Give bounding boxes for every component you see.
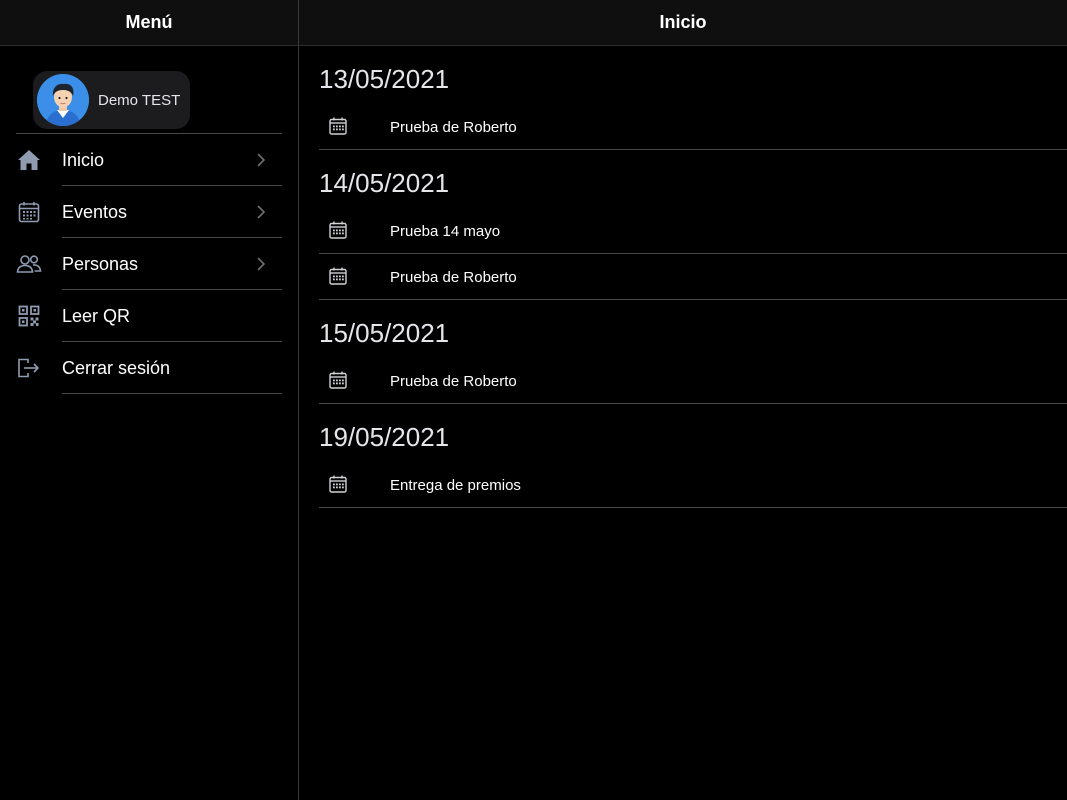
sidebar-item-cerrar-sesion[interactable]: Cerrar sesión <box>0 342 298 394</box>
divider <box>62 393 282 394</box>
divider <box>319 149 1067 150</box>
divider <box>319 507 1067 508</box>
event-row[interactable]: Entrega de premios <box>319 462 1067 508</box>
event-row[interactable]: Prueba de Roberto <box>319 254 1067 300</box>
chevron-right-icon <box>254 204 268 220</box>
page-title: Inicio <box>659 12 707 32</box>
event-row[interactable]: Prueba de Roberto <box>319 358 1067 404</box>
event-title: Prueba 14 mayo <box>390 222 501 240</box>
event-title: Prueba de Roberto <box>390 118 517 136</box>
main-header: Inicio <box>299 0 1067 46</box>
sidebar-item-personas[interactable]: Personas <box>0 238 298 290</box>
home-icon <box>16 147 42 173</box>
divider <box>319 299 1067 300</box>
sidebar-item-leer-qr[interactable]: Leer QR <box>0 290 298 342</box>
calendar-icon <box>16 199 42 225</box>
sidebar-menu: Inicio Eventos Personas Leer QR Cerrar s… <box>0 134 298 394</box>
calendar-icon <box>329 117 347 135</box>
profile-chip[interactable]: Demo TEST <box>33 71 190 129</box>
divider <box>319 403 1067 404</box>
sidebar-item-label: Cerrar sesión <box>62 357 171 378</box>
calendar-icon <box>329 475 347 493</box>
date-header: 13/05/2021 <box>319 64 450 94</box>
sidebar: Menú Demo TEST Inicio Eventos Personas L… <box>0 0 299 800</box>
event-title: Entrega de premios <box>390 476 521 494</box>
sidebar-title: Menú <box>125 12 173 32</box>
sidebar-item-inicio[interactable]: Inicio <box>0 134 298 186</box>
event-title: Prueba de Roberto <box>390 268 517 286</box>
calendar-icon <box>329 371 347 389</box>
sidebar-item-label: Eventos <box>62 201 128 222</box>
date-header: 15/05/2021 <box>319 318 450 348</box>
date-header: 14/05/2021 <box>319 168 450 198</box>
event-title: Prueba de Roberto <box>390 372 517 390</box>
avatar <box>37 74 89 126</box>
people-icon <box>16 251 42 277</box>
event-row[interactable]: Prueba 14 mayo <box>319 208 1067 254</box>
main-panel: Inicio 13/05/2021 Prueba de Roberto 14/0… <box>299 0 1067 800</box>
sidebar-item-label: Personas <box>62 253 139 274</box>
event-row[interactable]: Prueba de Roberto <box>319 104 1067 150</box>
sidebar-item-eventos[interactable]: Eventos <box>0 186 298 238</box>
calendar-icon <box>329 267 347 285</box>
calendar-icon <box>329 221 347 239</box>
sidebar-item-label: Leer QR <box>62 305 131 326</box>
profile-name: Demo TEST <box>98 91 181 109</box>
sidebar-header: Menú <box>0 0 298 46</box>
logout-icon <box>16 355 42 381</box>
sidebar-item-label: Inicio <box>62 149 105 170</box>
qr-code-icon <box>16 303 42 329</box>
chevron-right-icon <box>254 256 268 272</box>
date-header: 19/05/2021 <box>319 422 450 452</box>
chevron-right-icon <box>254 152 268 168</box>
